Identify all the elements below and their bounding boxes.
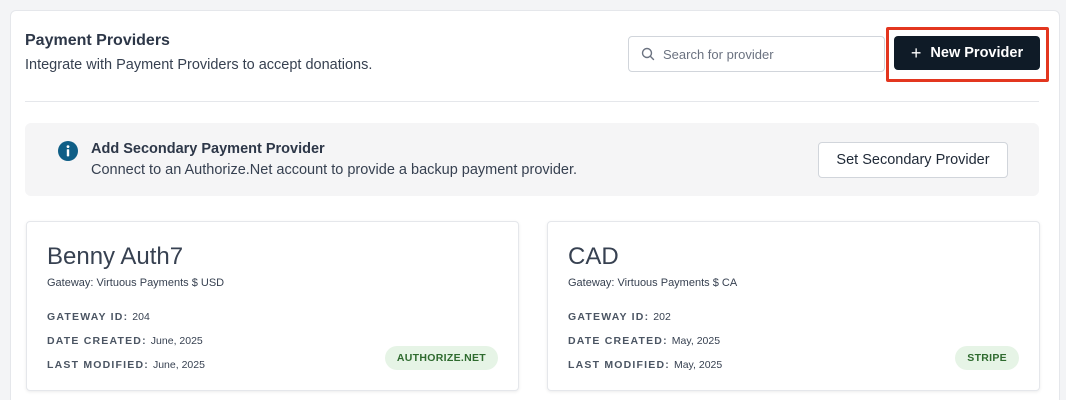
payment-providers-panel: Payment Providers Integrate with Payment… bbox=[10, 10, 1060, 400]
date-created-label: DATE CREATED: bbox=[47, 335, 147, 347]
date-created-value: May, 2025 bbox=[671, 335, 721, 347]
date-created-label: DATE CREATED: bbox=[568, 335, 668, 347]
gateway-id-value: 202 bbox=[653, 311, 671, 323]
last-modified-label: LAST MODIFIED: bbox=[47, 359, 149, 371]
search-icon bbox=[641, 47, 655, 61]
new-provider-button[interactable]: + New Provider bbox=[894, 36, 1040, 70]
gateway-id-value: 204 bbox=[132, 311, 150, 323]
date-created-value: June, 2025 bbox=[150, 335, 203, 347]
provider-type-badge: AUTHORIZE.NET bbox=[384, 346, 498, 370]
last-modified-value: June, 2025 bbox=[152, 359, 205, 371]
page-subtitle: Integrate with Payment Providers to acce… bbox=[25, 57, 373, 73]
provider-card[interactable]: CAD Gateway: Virtuous Payments $ CA GATE… bbox=[547, 221, 1040, 391]
provider-gateway: Gateway: Virtuous Payments $ USD bbox=[47, 277, 225, 289]
date-created-row: DATE CREATED: June, 2025 bbox=[47, 335, 203, 347]
secondary-provider-banner: Add Secondary Payment Provider Connect t… bbox=[25, 123, 1039, 196]
gateway-id-label: GATEWAY ID: bbox=[47, 311, 129, 323]
last-modified-value: May, 2025 bbox=[673, 359, 723, 371]
plus-icon: + bbox=[910, 43, 922, 63]
set-secondary-provider-button[interactable]: Set Secondary Provider bbox=[818, 142, 1008, 178]
gateway-id-label: GATEWAY ID: bbox=[568, 311, 650, 323]
provider-name: CAD bbox=[568, 243, 619, 270]
gateway-id-row: GATEWAY ID: 204 bbox=[47, 311, 150, 323]
search-input[interactable] bbox=[663, 46, 863, 62]
info-icon bbox=[58, 141, 78, 161]
header-divider bbox=[25, 101, 1039, 102]
provider-gateway: Gateway: Virtuous Payments $ CA bbox=[568, 277, 738, 289]
last-modified-row: LAST MODIFIED: May, 2025 bbox=[568, 359, 722, 371]
provider-name: Benny Auth7 bbox=[47, 243, 184, 270]
last-modified-label: LAST MODIFIED: bbox=[568, 359, 670, 371]
new-provider-label: New Provider bbox=[930, 45, 1024, 61]
page-title: Payment Providers bbox=[25, 32, 170, 49]
search-box[interactable] bbox=[628, 36, 885, 72]
date-created-row: DATE CREATED: May, 2025 bbox=[568, 335, 720, 347]
gateway-id-row: GATEWAY ID: 202 bbox=[568, 311, 671, 323]
provider-type-badge: STRIPE bbox=[955, 346, 1019, 370]
banner-title: Add Secondary Payment Provider bbox=[91, 141, 325, 157]
last-modified-row: LAST MODIFIED: June, 2025 bbox=[47, 359, 205, 371]
provider-card[interactable]: Benny Auth7 Gateway: Virtuous Payments $… bbox=[26, 221, 519, 391]
banner-subtitle: Connect to an Authorize.Net account to p… bbox=[91, 162, 578, 178]
